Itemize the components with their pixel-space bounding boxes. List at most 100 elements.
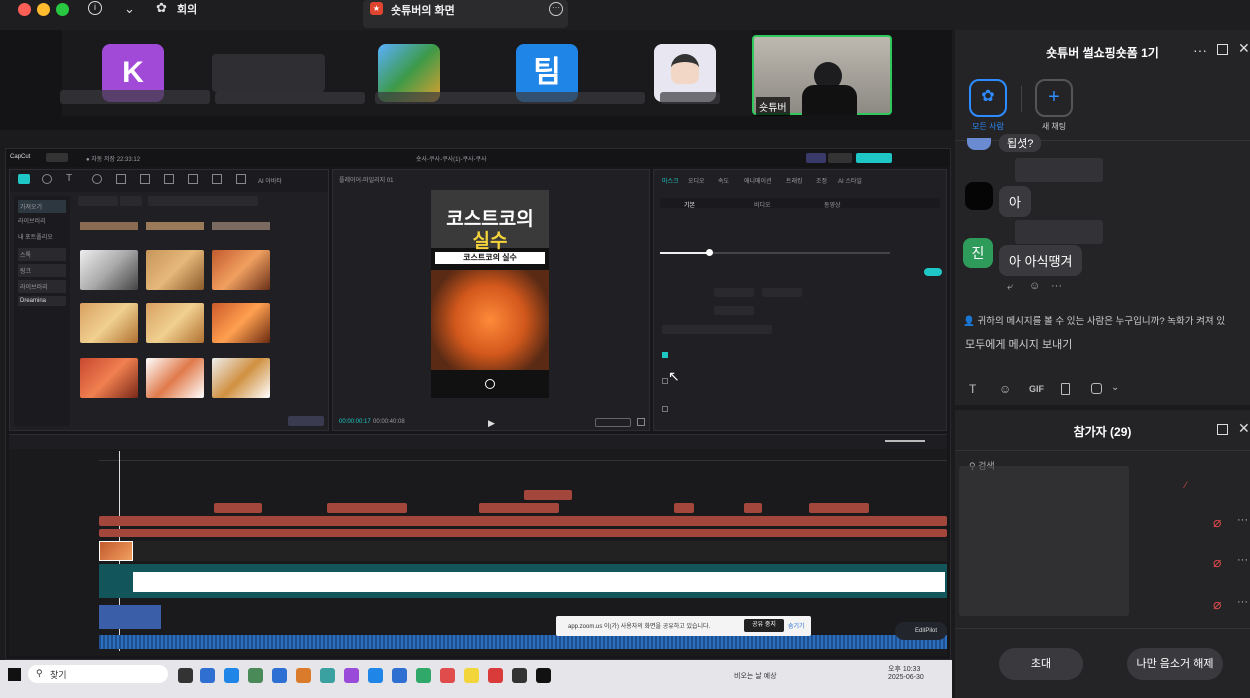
import-button[interactable] [78,196,118,206]
everyone-chat-icon[interactable]: ✿ [969,79,1007,117]
ai-generate-button[interactable] [288,416,324,426]
prop-tab-tracking[interactable]: 트래킹 [786,176,803,185]
taskbar-search[interactable]: ⚲ 찾기 [28,665,168,683]
align-buttons[interactable] [662,325,772,334]
template-tab-icon[interactable] [236,174,246,184]
prop-tab-ai-style[interactable]: AI 스타일 [838,176,862,185]
scale-slider-handle[interactable] [706,249,713,256]
popout-icon[interactable] [1217,424,1228,435]
rotation-input[interactable] [714,306,754,315]
app-icon[interactable] [392,668,407,683]
media-thumbnail[interactable] [80,303,138,343]
maximize-window-icon[interactable] [56,3,69,16]
message-input[interactable]: 모두에게 메시지 보내기 [965,336,1072,352]
record-button[interactable] [120,196,142,206]
file-icon[interactable] [1061,383,1070,395]
app-icon[interactable] [272,668,287,683]
rotate-handle-icon[interactable] [485,379,495,389]
app-icon[interactable] [320,668,335,683]
chevron-down-icon[interactable]: ⌄ [1111,382,1119,393]
fullscreen-icon[interactable] [637,418,645,426]
app-icon[interactable] [440,668,455,683]
audio-clip[interactable] [99,605,133,629]
more-icon[interactable]: ··· [549,2,563,16]
taskview-icon[interactable] [178,668,193,683]
more-icon[interactable]: ··· [1237,554,1248,566]
media-thumbnail[interactable] [212,303,270,343]
uniform-scale-toggle[interactable] [924,268,942,276]
bgm-track[interactable] [99,635,947,649]
kakaotalk-icon[interactable] [464,668,479,683]
hide-link[interactable]: 숨기기 [788,621,805,630]
caption-track[interactable] [99,516,947,526]
close-icon[interactable]: ✕ [1238,420,1250,437]
pro-badge[interactable] [806,153,826,163]
sticker-tab-icon[interactable] [92,174,102,184]
subtab-basic[interactable]: 기본 [684,200,695,209]
main-video-track[interactable] [99,564,947,598]
info-icon[interactable]: i [88,1,102,15]
capcut-icon[interactable] [536,668,551,683]
audio-clip[interactable] [131,605,161,629]
prop-tab-video[interactable]: 마스크 [662,176,679,185]
ai-tab[interactable]: AI 아바타 [258,176,282,185]
subtab-mask[interactable]: 동영상 [824,200,841,209]
popout-icon[interactable] [1217,44,1228,55]
prop-tab-speed[interactable]: 속도 [718,176,729,185]
close-window-icon[interactable] [18,3,31,16]
effects-tab-icon[interactable] [116,174,126,184]
sidebar-library[interactable]: 라이브러리 [18,216,46,225]
app-icon[interactable] [512,668,527,683]
text-track[interactable] [99,529,947,537]
adjust-tab-icon[interactable] [212,174,222,184]
more-icon[interactable]: ··· [1237,596,1248,608]
participant-tile[interactable] [212,54,325,92]
app-icon[interactable] [488,668,503,683]
export-button[interactable] [856,153,892,163]
share-tab[interactable]: ★ 숏튜버의 화면 ··· [363,0,568,28]
app-icon[interactable] [248,668,263,683]
prop-tab-animation[interactable]: 애니메이션 [744,176,772,185]
media-thumbnail[interactable] [80,358,138,398]
sidebar-stock[interactable]: 스톡 [18,248,66,261]
emoji-icon[interactable]: ☺ [999,382,1011,396]
sidebar-portfolio[interactable]: 내 포트폴리오 [18,232,53,241]
chevron-down-icon[interactable]: ⌄ [124,1,135,17]
new-chat-label[interactable]: 새 채팅 [1025,121,1083,132]
position-x-input[interactable] [714,288,754,297]
emoji-reaction-icon[interactable]: ☺ [1029,280,1040,292]
mic-muted-icon[interactable]: ⌀ [1213,596,1221,613]
sidebar-import[interactable]: 가져오기 [18,200,66,213]
caption-tab-icon[interactable] [164,174,174,184]
position-y-input[interactable] [762,288,802,297]
unmute-self-button[interactable]: 나만 음소거 해제 [1127,648,1223,680]
gif-icon[interactable]: GIF [1029,384,1044,394]
reply-icon[interactable]: ⤶ [1007,281,1013,294]
video-clip[interactable] [99,541,133,561]
prop-tab-adjust[interactable]: 조정 [816,176,827,185]
editpilot-button[interactable]: EditPilot [895,622,947,640]
ratio-button[interactable] [595,418,631,427]
more-icon[interactable]: ··· [1193,42,1207,58]
invite-button[interactable]: 초대 [999,648,1083,680]
text-format-icon[interactable]: T [969,382,976,396]
app-icon[interactable] [296,668,311,683]
more-icon[interactable]: ··· [1237,514,1248,526]
prop-tab-audio[interactable]: 오디오 [688,176,705,185]
media-search-input[interactable] [148,196,258,206]
mic-muted-icon[interactable]: ⌀ [1213,514,1221,531]
sidebar-dreamina[interactable]: Dreamina [18,296,66,306]
text-tab-icon[interactable]: T [66,171,72,187]
app-icon[interactable] [224,668,239,683]
app-icon[interactable] [416,668,431,683]
sidebar-library-2[interactable]: 라이브러리 [18,280,66,293]
media-thumbnail[interactable] [146,250,204,290]
enhance-checkbox[interactable] [662,406,668,412]
subtab-remove-bg[interactable]: 비디오 [754,200,771,209]
blend-checkbox[interactable] [662,352,668,358]
media-thumbnail[interactable] [146,303,204,343]
start-icon[interactable] [8,668,21,681]
media-thumbnail[interactable] [80,250,138,290]
mic-muted-icon[interactable]: ⌀ [1213,554,1221,571]
media-thumbnail[interactable] [146,358,204,398]
